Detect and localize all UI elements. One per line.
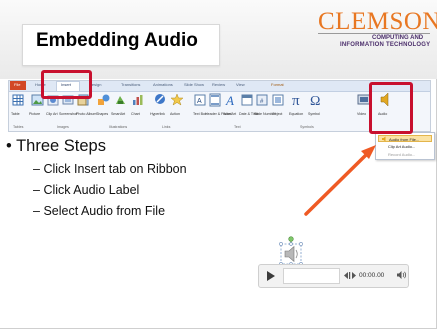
slide-title: Embedding Audio (36, 30, 198, 51)
text-box-icon[interactable]: A (194, 93, 206, 107)
button-chart-label: Chart (131, 112, 140, 116)
slide-number-icon[interactable]: # (256, 93, 268, 107)
button-smartart-label: SmartArt (111, 112, 126, 116)
audio-time-display: 00:00.00 (359, 272, 385, 279)
audio-button-highlight (369, 82, 413, 134)
chart-icon[interactable] (131, 93, 144, 107)
logo-line-1: COMPUTING AND (372, 35, 424, 41)
button-equation-label: Equation (289, 112, 304, 116)
button-photo-album-label: Photo Album (76, 112, 97, 116)
menu-record-audio-label: Record Audio... (388, 152, 416, 157)
group-links-label: Links (162, 125, 171, 129)
symbol-icon[interactable]: Ω (309, 92, 323, 108)
wordart-icon[interactable]: A (225, 93, 237, 107)
clemson-logo: CLEMSON (318, 8, 437, 35)
bullet-heading: • Three Steps (6, 137, 106, 155)
svg-text:π: π (292, 93, 300, 108)
tab-animations[interactable]: Animations (153, 82, 173, 87)
header-footer-icon[interactable] (209, 93, 221, 107)
hyperlink-icon[interactable] (154, 93, 167, 107)
button-symbol-label: Symbol (308, 112, 320, 116)
tab-format[interactable]: Format (271, 82, 284, 87)
step-3: – Select Audio from File (33, 204, 166, 218)
skip-controls-icon[interactable] (343, 271, 357, 280)
menu-clip-art-audio-label: Clip Art Audio... (388, 144, 416, 149)
button-video-label: Video (357, 112, 367, 116)
tab-review[interactable]: Review (212, 82, 225, 87)
logo-line-2: INFORMATION TECHNOLOGY (340, 42, 431, 48)
tab-transitions[interactable]: Transitions (121, 82, 140, 87)
button-object-label: Object (272, 112, 283, 116)
presentation-slide: Embedding Audio CLEMSON COMPUTING AND IN… (0, 0, 437, 329)
menu-record-audio[interactable]: Record Audio... (378, 151, 432, 158)
play-icon[interactable] (261, 267, 279, 285)
group-symbols-label: Symbols (300, 125, 314, 129)
menu-clip-art-audio[interactable]: Clip Art Audio... (378, 143, 432, 150)
tab-slide-show[interactable]: Slide Show (184, 82, 204, 87)
action-icon[interactable] (171, 93, 184, 107)
tab-view[interactable]: View (236, 82, 245, 87)
group-tables-label: Tables (13, 125, 24, 129)
svg-text:A: A (197, 98, 202, 105)
button-shapes-label: Shapes (96, 112, 109, 116)
group-illustrations-label: Illustrations (109, 125, 128, 129)
table-icon[interactable] (12, 93, 24, 107)
menu-audio-from-file[interactable]: Audio from File... (378, 135, 432, 142)
object-icon[interactable] (272, 93, 284, 107)
button-wordart-label: WordArt (223, 112, 237, 116)
date-time-icon[interactable] (241, 93, 253, 107)
insert-tab-highlight (41, 70, 92, 99)
group-text-label: Text (234, 125, 241, 129)
button-clip-art-label: Clip Art (46, 112, 58, 116)
button-table-label: Table (11, 112, 20, 116)
logo-divider (318, 33, 430, 34)
tab-file[interactable]: File (10, 81, 26, 90)
button-screenshot-label: Screenshot (59, 112, 78, 116)
equation-icon[interactable]: π (291, 92, 305, 108)
bullet-heading-text: Three Steps (16, 137, 106, 155)
step-1-text: Click Insert tab on Ribbon (43, 162, 187, 176)
step-3-text: Select Audio from File (43, 204, 166, 218)
smartart-icon[interactable] (114, 93, 127, 107)
audio-seek-bar[interactable] (283, 268, 340, 284)
button-action-label: Action (170, 112, 180, 116)
svg-text:Ω: Ω (310, 94, 320, 108)
button-hyperlink-label: Hyperlink (150, 112, 165, 116)
step-2: – Click Audio Label (33, 183, 140, 197)
shapes-icon[interactable] (97, 93, 110, 107)
step-2-text: Click Audio Label (43, 183, 140, 197)
group-images-label: Images (57, 125, 69, 129)
volume-icon[interactable] (396, 270, 407, 280)
audio-file-icon (382, 136, 386, 142)
tab-file-label: File (14, 82, 21, 87)
menu-audio-from-file-label: Audio from File... (389, 137, 420, 142)
svg-text:A: A (225, 93, 234, 107)
button-picture-label: Picture (29, 112, 41, 116)
step-1: – Click Insert tab on Ribbon (33, 162, 187, 176)
audio-dropdown-menu: Audio from File... Clip Art Audio... Rec… (375, 132, 435, 160)
